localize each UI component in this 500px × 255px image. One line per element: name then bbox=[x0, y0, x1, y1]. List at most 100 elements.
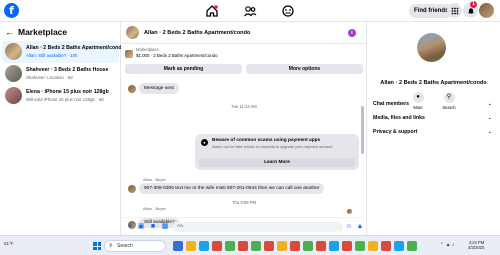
windows-start-icon[interactable] bbox=[93, 242, 101, 250]
app-icon[interactable] bbox=[173, 241, 183, 251]
chat-panel: Allan · 2 Beds 2 Baths Apartment/condo i… bbox=[121, 22, 367, 235]
listing-photo[interactable] bbox=[417, 33, 446, 62]
conversation-preview: Allan: Still available? · 10h bbox=[26, 53, 78, 58]
browser-icon[interactable] bbox=[251, 241, 261, 251]
back-arrow-icon[interactable]: ← bbox=[5, 27, 14, 37]
browser-icon[interactable] bbox=[199, 241, 209, 251]
microphone-icon[interactable]: ● bbox=[126, 223, 134, 231]
account-avatar[interactable] bbox=[479, 3, 494, 18]
browser-icon[interactable] bbox=[212, 241, 222, 251]
scam-warning-card: ● Beware of common scams using payment a… bbox=[195, 134, 359, 170]
browser-icon[interactable] bbox=[290, 241, 300, 251]
privacy-support-row[interactable]: Privacy & support ⌄ bbox=[373, 127, 494, 137]
mark-as-pending-button[interactable]: Mark as pending bbox=[125, 64, 242, 74]
taskbar-clock[interactable]: 3:24 PM 4/3/2025 bbox=[468, 240, 484, 250]
search-icon: ⚲ bbox=[109, 243, 113, 249]
grid-icon bbox=[451, 7, 458, 14]
message-input[interactable]: Aa bbox=[173, 222, 343, 232]
row-label: Media, files and links bbox=[373, 115, 425, 121]
conversation-title: Shahveer · 3 Beds 2 Baths House bbox=[26, 67, 109, 73]
more-options-button[interactable]: More options bbox=[246, 64, 363, 74]
gif-icon[interactable]: ▦ bbox=[161, 223, 169, 231]
clock-date: 4/3/2025 bbox=[468, 245, 485, 250]
media-files-links-row[interactable]: Media, files and links ⌄ bbox=[373, 113, 494, 123]
page-title: Marketplace bbox=[18, 27, 68, 37]
chat-avatar[interactable] bbox=[126, 26, 139, 39]
browser-icon[interactable] bbox=[225, 241, 235, 251]
conversation-item[interactable]: Shahveer · 3 Beds 2 Baths House Shahveer… bbox=[2, 63, 119, 85]
sticker-icon[interactable]: ■ bbox=[149, 223, 157, 231]
conversation-title: Allan · 2 Beds 2 Baths Apartment/condo bbox=[26, 45, 125, 51]
taskbar-search-label: Search bbox=[117, 243, 133, 249]
info-icon[interactable]: i bbox=[348, 29, 356, 37]
message-composer: ● ▣ ■ ▦ Aa ☺ ▲ bbox=[121, 217, 367, 236]
conversation-preview: Will-sold iPhone 15 plus noir 128gb · 6d bbox=[26, 97, 104, 102]
emoji-icon[interactable]: ☺ bbox=[345, 223, 353, 231]
chat-header: Allan · 2 Beds 2 Baths Apartment/condo i bbox=[121, 22, 367, 44]
weather-widget[interactable]: 61°F bbox=[4, 241, 14, 246]
scam-warning-title: Beware of common scams using payment app… bbox=[212, 138, 321, 143]
row-label: Privacy & support bbox=[373, 129, 418, 135]
conversation-item[interactable]: Elena · iPhone 15 plus noir 128gb Will-s… bbox=[2, 85, 119, 107]
browser-icon[interactable] bbox=[238, 241, 248, 251]
timestamp: Thu 9:08 PM bbox=[232, 200, 256, 205]
browser-icon[interactable] bbox=[329, 241, 339, 251]
chat-members-row[interactable]: Chat members ⌄ bbox=[373, 99, 494, 109]
read-receipt-avatar bbox=[347, 209, 352, 214]
image-icon[interactable]: ▣ bbox=[137, 223, 145, 231]
scrollbar[interactable] bbox=[361, 106, 364, 154]
listing-card: Marketplace $1,000 · 2 Beds 2 Baths Apar… bbox=[125, 45, 363, 75]
browser-icon[interactable] bbox=[394, 241, 404, 251]
facebook-logo[interactable]: f bbox=[4, 3, 19, 18]
conversation-details-panel: Allan · 2 Beds 2 Baths Apartment/condo ●… bbox=[367, 22, 500, 235]
menu-grid-button[interactable] bbox=[447, 3, 462, 18]
chevron-down-icon: ⌄ bbox=[487, 115, 492, 121]
conversation-preview: Shahveer: Location · 5d bbox=[26, 75, 73, 80]
listing-thumbnail bbox=[125, 50, 133, 58]
marketplace-conversation-list: ← Marketplace Allan · 2 Beds 2 Baths Apa… bbox=[0, 22, 125, 235]
browser-icon[interactable] bbox=[316, 241, 326, 251]
home-icon[interactable] bbox=[205, 4, 219, 18]
message-bubble: 907-308-0306 text me or the wife misti 9… bbox=[139, 183, 325, 194]
windows-taskbar: 61°F ⚲ Search ⌃ ▲ ♪ 3:24 PM 4/3/2025 bbox=[0, 235, 500, 255]
listing-price[interactable]: $1,000 · 2 Beds 2 Baths Apartment/condo bbox=[136, 53, 218, 58]
message-thread: Message sent Tue 11:23 AM ● Beware of co… bbox=[121, 77, 367, 217]
top-navigation-bar: f Find friends 1 bbox=[0, 0, 500, 22]
system-tray-icons[interactable]: ⌃ ▲ ♪ bbox=[440, 242, 454, 248]
listing-thumbnail bbox=[5, 87, 22, 104]
listing-thumbnail bbox=[5, 43, 22, 60]
notification-count-badge: 1 bbox=[470, 1, 477, 8]
row-label: Chat members bbox=[373, 101, 410, 107]
taskbar-search-box[interactable]: ⚲ Search bbox=[104, 240, 166, 252]
left-header: ← Marketplace bbox=[5, 26, 67, 38]
chevron-down-icon: ⌄ bbox=[487, 129, 492, 135]
learn-more-button[interactable]: Learn More bbox=[199, 158, 355, 167]
like-icon[interactable]: ▲ bbox=[356, 223, 364, 231]
timestamp: Tue 11:23 AM bbox=[231, 104, 257, 109]
browser-icon[interactable] bbox=[381, 241, 391, 251]
scam-warning-body: Watch out for fake emails or requests to… bbox=[212, 145, 334, 149]
browser-icon[interactable] bbox=[342, 241, 352, 251]
conversation-item[interactable]: Allan · 2 Beds 2 Baths Apartment/condo A… bbox=[2, 41, 125, 63]
sender-avatar bbox=[128, 185, 136, 193]
friends-icon[interactable] bbox=[243, 4, 257, 18]
listing-thumbnail bbox=[5, 65, 22, 82]
browser-icon[interactable] bbox=[264, 241, 274, 251]
sender-label: Allan · Buyer bbox=[143, 206, 166, 211]
browser-icon[interactable] bbox=[303, 241, 313, 251]
details-title: Allan · 2 Beds 2 Baths Apartment/condo bbox=[380, 80, 487, 86]
chevron-down-icon: ⌄ bbox=[487, 101, 492, 107]
sender-label: Allan · Buyer bbox=[143, 177, 166, 182]
browser-icon[interactable] bbox=[407, 241, 417, 251]
chat-title[interactable]: Allan · 2 Beds 2 Baths Apartment/condo bbox=[144, 30, 250, 36]
listing-caption: Marketplace bbox=[136, 47, 159, 52]
folder-icon[interactable] bbox=[186, 241, 196, 251]
sender-avatar bbox=[128, 85, 136, 93]
browser-icon[interactable] bbox=[355, 241, 365, 251]
shield-icon: ● bbox=[201, 139, 208, 146]
conversation-title: Elena · iPhone 15 plus noir 128gb bbox=[26, 89, 109, 95]
gaming-icon[interactable] bbox=[281, 4, 295, 18]
message-bubble: Message sent bbox=[139, 83, 179, 94]
browser-icon[interactable] bbox=[368, 241, 378, 251]
browser-icon[interactable] bbox=[277, 241, 287, 251]
